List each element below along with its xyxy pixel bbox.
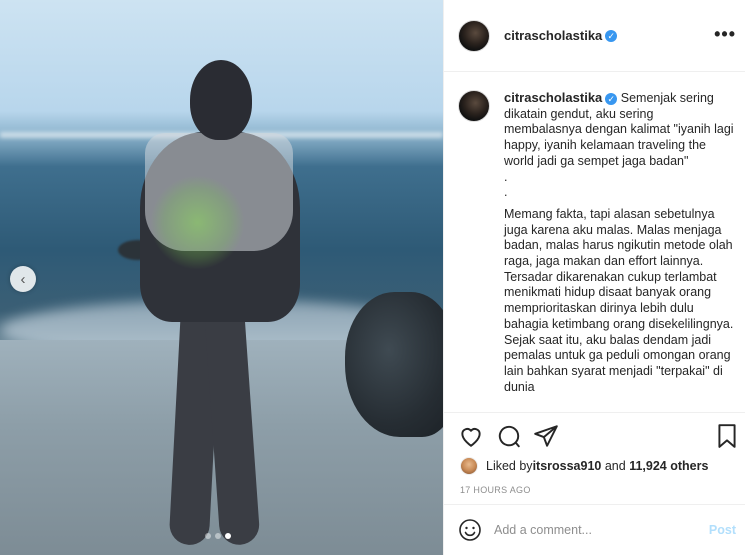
bookmark-icon[interactable] bbox=[714, 423, 740, 449]
chevron-left-icon: ‹ bbox=[20, 270, 26, 288]
post-timestamp[interactable]: 17 HOURS AGO bbox=[460, 485, 531, 495]
post-side-panel: citrascholastika ✓ ••• citrascholastika ✓… bbox=[443, 0, 745, 555]
carousel-dot bbox=[205, 533, 211, 539]
carousel-dot bbox=[215, 533, 221, 539]
carousel-prev-button[interactable]: ‹ bbox=[10, 266, 36, 292]
heart-icon[interactable] bbox=[458, 423, 484, 449]
avatar[interactable] bbox=[458, 19, 490, 52]
post-photo[interactable]: ‹ bbox=[0, 0, 443, 555]
comment-icon[interactable] bbox=[496, 423, 522, 449]
post-header: citrascholastika ✓ ••• bbox=[444, 0, 745, 72]
likes-count[interactable]: 11,924 others bbox=[629, 459, 708, 473]
liker-avatar[interactable] bbox=[460, 457, 478, 475]
verified-badge-icon: ✓ bbox=[605, 29, 618, 42]
figure-head bbox=[190, 60, 252, 140]
share-icon[interactable] bbox=[533, 423, 559, 449]
caption-text: citrascholastika ✓ Semenjak sering dikata… bbox=[504, 90, 734, 395]
more-options-icon[interactable]: ••• bbox=[714, 24, 736, 45]
caption: citrascholastika ✓ Semenjak sering dikata… bbox=[458, 90, 734, 395]
likes-summary: Liked by itsrossa910 and 11,924 others bbox=[460, 457, 708, 475]
liker-username[interactable]: itsrossa910 bbox=[533, 459, 602, 473]
comment-bar: Post bbox=[444, 504, 745, 555]
caption-text-2: Memang fakta, tapi alasan sebetulnya jug… bbox=[504, 206, 734, 394]
header-username[interactable]: citrascholastika bbox=[504, 28, 602, 43]
likes-middle: and bbox=[601, 459, 630, 473]
caption-area: citrascholastika ✓ Semenjak sering dikata… bbox=[444, 72, 745, 412]
action-icons bbox=[458, 423, 740, 449]
carousel-dots bbox=[205, 533, 231, 539]
caption-separator: . bbox=[504, 169, 508, 184]
lens-flare bbox=[150, 175, 245, 270]
verified-badge-icon: ✓ bbox=[605, 92, 618, 105]
comment-input[interactable] bbox=[494, 523, 694, 537]
caption-separator: . bbox=[504, 185, 508, 200]
likes-prefix: Liked by bbox=[486, 459, 533, 473]
carousel-dot-active bbox=[225, 533, 231, 539]
header-user: citrascholastika ✓ bbox=[504, 28, 618, 43]
post-comment-button[interactable]: Post bbox=[709, 523, 736, 537]
caption-avatar[interactable] bbox=[458, 90, 490, 122]
caption-username[interactable]: citrascholastika bbox=[504, 90, 602, 105]
emoji-icon[interactable] bbox=[458, 518, 482, 542]
